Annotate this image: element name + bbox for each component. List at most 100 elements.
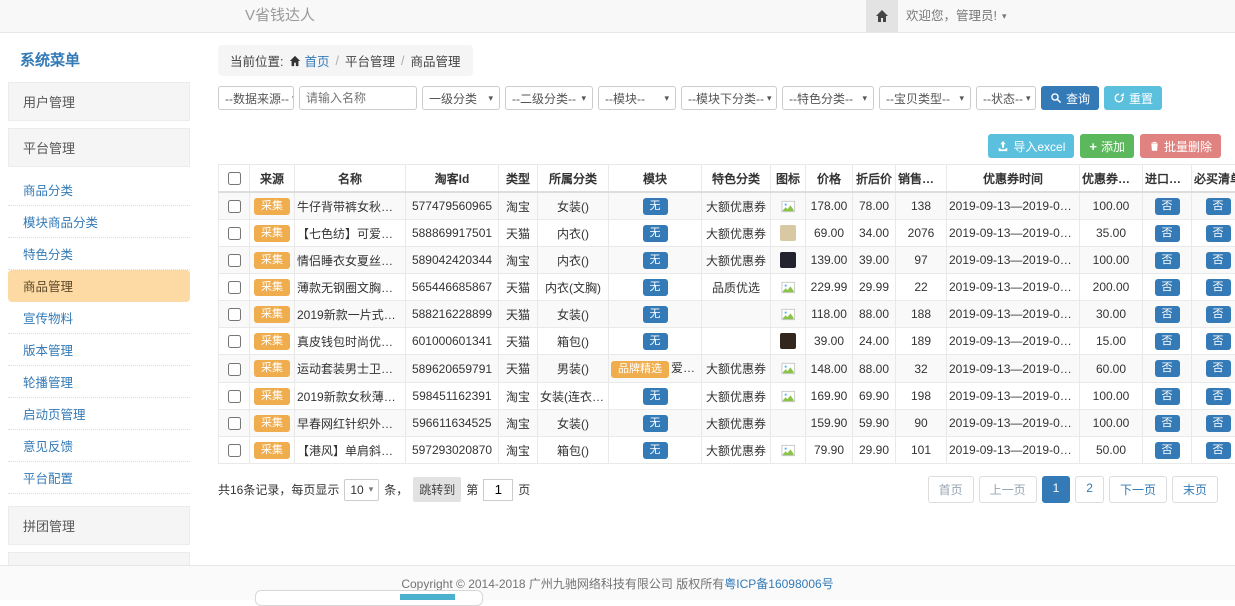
sidebar-item-12[interactable]: 拼团管理: [8, 506, 190, 545]
breadcrumb-home-link[interactable]: 首页: [289, 51, 329, 70]
nav-home-button[interactable]: [866, 0, 898, 32]
search-button[interactable]: 查询: [1041, 86, 1099, 110]
must-buy-toggle[interactable]: 否: [1206, 333, 1231, 350]
pager-item-1[interactable]: 上一页: [979, 476, 1037, 503]
module-select[interactable]: --模块--▾: [598, 86, 676, 110]
import-toggle[interactable]: 否: [1155, 388, 1180, 405]
import-toggle[interactable]: 否: [1155, 225, 1180, 242]
import-toggle[interactable]: 否: [1155, 279, 1180, 296]
cell-must-buy: 否: [1192, 220, 1235, 247]
cell-icon: [771, 383, 806, 410]
sidebar-item-6[interactable]: 宣传物料: [8, 302, 190, 334]
cell-must-buy: 否: [1192, 328, 1235, 355]
feature-category-select[interactable]: --特色分类--▾: [782, 86, 874, 110]
pager-item-3[interactable]: 2: [1075, 476, 1104, 503]
import-toggle[interactable]: 否: [1155, 415, 1180, 432]
sidebar-item-10[interactable]: 意见反馈: [8, 430, 190, 462]
select-all-checkbox[interactable]: [228, 172, 241, 185]
add-button[interactable]: + 添加: [1080, 134, 1134, 158]
icp-link[interactable]: 粤ICP备16098006号: [724, 575, 833, 592]
must-buy-toggle[interactable]: 否: [1206, 442, 1231, 459]
jump-page-input[interactable]: [483, 479, 513, 501]
sidebar-item-8[interactable]: 轮播管理: [8, 366, 190, 398]
must-buy-toggle[interactable]: 否: [1206, 279, 1231, 296]
pager-item-0[interactable]: 首页: [928, 476, 974, 503]
must-buy-toggle[interactable]: 否: [1206, 306, 1231, 323]
must-buy-toggle[interactable]: 否: [1206, 252, 1231, 269]
row-checkbox[interactable]: [228, 200, 241, 213]
cell-taoke-id: 577479560965: [406, 192, 499, 220]
must-buy-toggle[interactable]: 否: [1206, 198, 1231, 215]
cell-module: 无: [609, 220, 702, 247]
cell-taoke-id: 598451162391: [406, 383, 499, 410]
pager-item-2[interactable]: 1: [1042, 476, 1071, 503]
level2-category-select[interactable]: --二级分类--▾: [505, 86, 593, 110]
import-toggle[interactable]: 否: [1155, 198, 1180, 215]
pager-item-4[interactable]: 下一页: [1109, 476, 1167, 503]
sidebar-item-11[interactable]: 平台配置: [8, 462, 190, 494]
user-menu[interactable]: 欢迎您，管理员! ▾: [906, 0, 1007, 32]
cell-category: 女装(): [538, 410, 609, 437]
must-buy-toggle[interactable]: 否: [1206, 360, 1231, 377]
sidebar-item-3[interactable]: 模块商品分类: [8, 206, 190, 238]
caret-down-icon: ▾: [1002, 0, 1007, 32]
pager-item-5[interactable]: 末页: [1172, 476, 1218, 503]
jump-button[interactable]: 跳转到: [413, 477, 461, 502]
source-badge: 采集: [254, 198, 290, 215]
row-checkbox[interactable]: [228, 363, 241, 376]
cell-checkbox: [219, 301, 250, 328]
sidebar-item-7[interactable]: 版本管理: [8, 334, 190, 366]
data-source-select[interactable]: --数据来源--▾: [218, 86, 294, 110]
reset-button[interactable]: 重置: [1104, 86, 1162, 110]
cell-sales: 188: [896, 301, 947, 328]
per-page-select[interactable]: 10 ▾: [344, 479, 379, 501]
module-sub-category-select[interactable]: --模块下分类--▾: [681, 86, 777, 110]
cell-import: 否: [1143, 437, 1192, 464]
row-checkbox[interactable]: [228, 308, 241, 321]
import-toggle[interactable]: 否: [1155, 442, 1180, 459]
row-checkbox[interactable]: [228, 254, 241, 267]
cell-import: 否: [1143, 274, 1192, 301]
name-input[interactable]: [299, 86, 417, 110]
sidebar-item-13[interactable]: 省惠快报: [8, 552, 190, 566]
cell-coupon-time: 2019-09-13—2019-09-18: [947, 220, 1080, 247]
module-badge: 无: [643, 388, 668, 405]
import-toggle[interactable]: 否: [1155, 252, 1180, 269]
cell-coupon-time: 2019-09-13—2019-09-17: [947, 383, 1080, 410]
item-type-select[interactable]: --宝贝类型--▾: [879, 86, 971, 110]
cell-discount-price: 59.90: [853, 410, 896, 437]
row-checkbox[interactable]: [228, 227, 241, 240]
sidebar-item-9[interactable]: 启动页管理: [8, 398, 190, 430]
sidebar-item-0[interactable]: 用户管理: [8, 82, 190, 121]
breadcrumb-separator: /: [336, 54, 339, 68]
broken-image-icon: [781, 443, 796, 458]
level1-category-select[interactable]: 一级分类▾: [422, 86, 500, 110]
import-toggle[interactable]: 否: [1155, 306, 1180, 323]
sidebar-menu: 用户管理平台管理商品分类模块商品分类特色分类商品管理宣传物料版本管理轮播管理启动…: [8, 82, 190, 566]
row-checkbox[interactable]: [228, 335, 241, 348]
broken-image-icon: [781, 389, 796, 404]
import-toggle[interactable]: 否: [1155, 360, 1180, 377]
cell-name: 【七色纺】可爱纯棉家...: [295, 220, 406, 247]
row-checkbox[interactable]: [228, 417, 241, 430]
import-excel-button[interactable]: 导入excel: [988, 134, 1074, 158]
must-buy-toggle[interactable]: 否: [1206, 415, 1231, 432]
sidebar-item-5[interactable]: 商品管理: [8, 270, 190, 302]
row-checkbox[interactable]: [228, 444, 241, 457]
must-buy-toggle[interactable]: 否: [1206, 225, 1231, 242]
import-toggle[interactable]: 否: [1155, 333, 1180, 350]
table-row: 采集薄款无钢圈文胸聚拢性...565446685867天猫内衣(文胸)无品质优选…: [219, 274, 1235, 301]
row-checkbox[interactable]: [228, 281, 241, 294]
cell-import: 否: [1143, 355, 1192, 383]
sidebar-item-1[interactable]: 平台管理: [8, 128, 190, 167]
must-buy-toggle[interactable]: 否: [1206, 388, 1231, 405]
sidebar-item-4[interactable]: 特色分类: [8, 238, 190, 270]
row-checkbox[interactable]: [228, 390, 241, 403]
batch-delete-button[interactable]: 批量删除: [1140, 134, 1221, 158]
source-badge: 采集: [254, 388, 290, 405]
cell-source: 采集: [250, 274, 295, 301]
cell-price: 148.00: [806, 355, 853, 383]
cell-type: 天猫: [499, 220, 538, 247]
status-select[interactable]: --状态--▾: [976, 86, 1036, 110]
sidebar-item-2[interactable]: 商品分类: [8, 174, 190, 206]
